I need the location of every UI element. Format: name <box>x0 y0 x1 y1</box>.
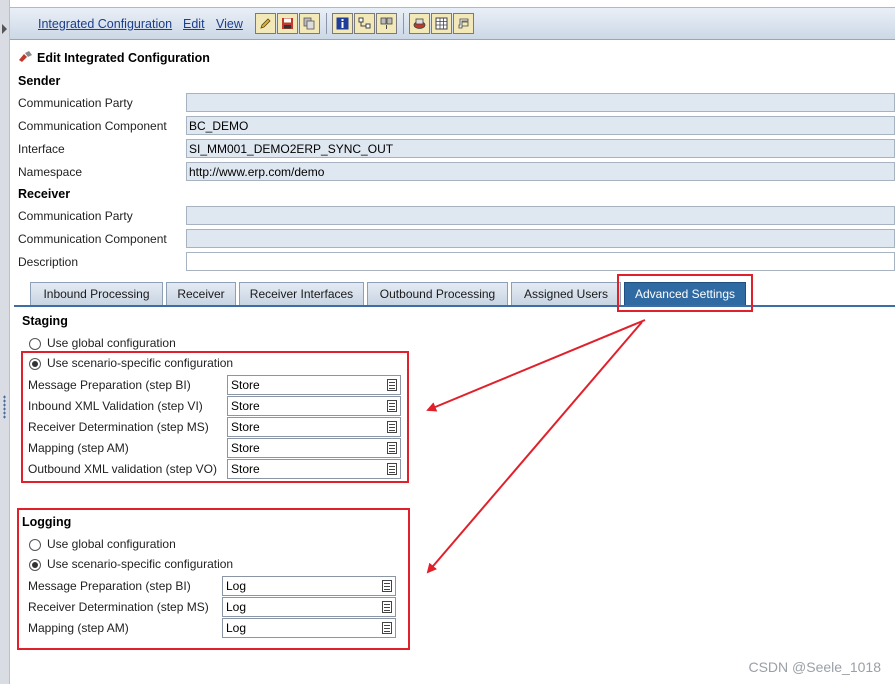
annotation-arrows <box>426 319 646 574</box>
watermark: CSDN @Seele_1018 <box>748 659 881 675</box>
